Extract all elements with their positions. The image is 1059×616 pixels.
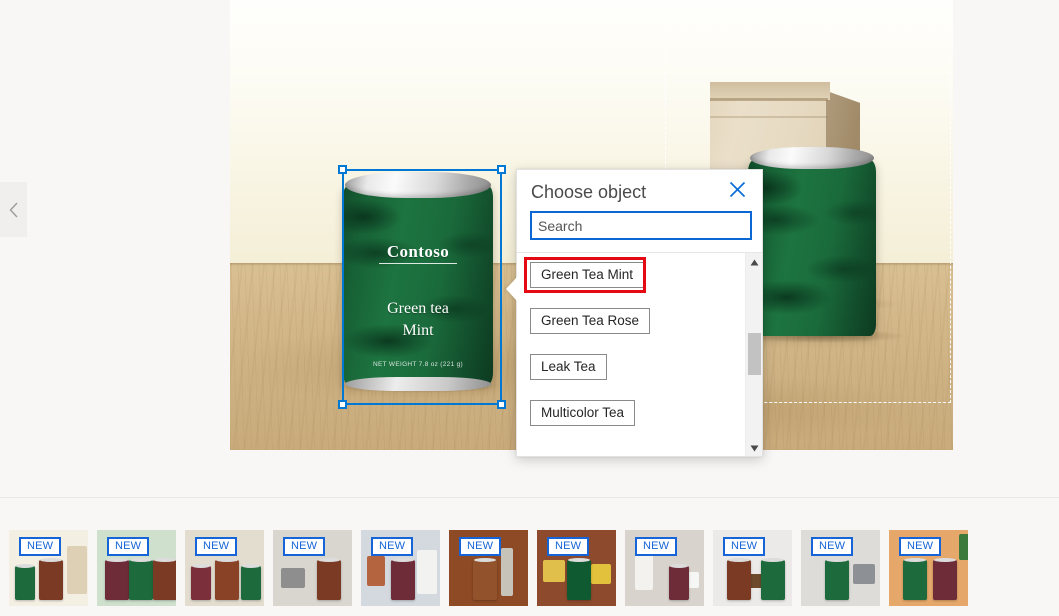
object-option-green-tea-mint[interactable]: Green Tea Mint — [530, 262, 644, 288]
paper-bag-crease-2 — [710, 116, 828, 118]
choose-object-panel: Choose object Green Tea Mint Gr — [516, 169, 763, 457]
new-badge: NEW — [899, 537, 941, 556]
search-container — [517, 205, 762, 252]
new-badge: NEW — [195, 537, 237, 556]
thumbnail-can — [215, 560, 239, 600]
thumbnail-prop — [67, 546, 87, 594]
new-badge: NEW — [723, 537, 765, 556]
thumbnail-can — [241, 566, 261, 600]
thumbnail-can — [567, 560, 591, 600]
new-badge: NEW — [635, 537, 677, 556]
secondary-can-lid — [750, 147, 874, 169]
thumbnail-can — [191, 566, 211, 600]
thumbnail-2[interactable]: NEW — [185, 530, 264, 606]
chevron-left-icon — [9, 202, 19, 218]
scroll-down-icon — [750, 439, 759, 457]
resize-handle-top-left[interactable] — [338, 165, 347, 174]
thumbnail-can — [129, 560, 153, 600]
thumbnail-prop — [591, 564, 611, 584]
thumbnail-can — [669, 566, 689, 600]
object-row: Multicolor Tea — [530, 400, 745, 446]
search-input[interactable] — [530, 211, 752, 240]
secondary-tea-can[interactable] — [748, 147, 876, 337]
thumbnail-8[interactable]: NEW — [713, 530, 792, 606]
thumbnail-9[interactable]: NEW — [801, 530, 880, 606]
thumbnail-prop — [501, 548, 513, 596]
close-panel-button[interactable] — [724, 179, 750, 205]
thumbnail-prop — [543, 560, 565, 582]
thumbnail-6[interactable]: NEW — [537, 530, 616, 606]
object-selection-frame[interactable] — [342, 169, 502, 405]
previous-image-button[interactable] — [0, 182, 27, 237]
leaf-pattern-icon — [748, 160, 876, 336]
thumbnail-can — [153, 560, 176, 600]
thumbnail-can — [15, 566, 35, 600]
object-option-leak-tea[interactable]: Leak Tea — [530, 354, 607, 380]
scroll-down-button[interactable] — [746, 439, 762, 456]
paper-bag-crease-1 — [710, 98, 828, 101]
thumbnail-can — [473, 560, 497, 600]
thumbnail-can — [727, 560, 751, 600]
close-icon — [729, 181, 746, 203]
object-row: Green Tea Rose — [530, 308, 745, 354]
object-list: Green Tea Mint Green Tea Rose Leak Tea M… — [517, 253, 745, 456]
new-badge: NEW — [371, 537, 413, 556]
resize-handle-bottom-left[interactable] — [338, 400, 347, 409]
scroll-up-button[interactable] — [746, 253, 762, 270]
scrollbar-thumb[interactable] — [748, 333, 761, 375]
object-list-area: Green Tea Mint Green Tea Rose Leak Tea M… — [517, 253, 762, 456]
thumbnail-prop — [281, 568, 305, 588]
content-divider — [0, 497, 1059, 498]
object-row: Leak Tea — [530, 354, 745, 400]
thumbnail-3[interactable]: NEW — [273, 530, 352, 606]
thumbnail-can — [391, 560, 415, 600]
object-option-multicolor-tea[interactable]: Multicolor Tea — [530, 400, 635, 426]
app-root: Contoso Green teaMint NET WEIGHT 7.8 oz … — [0, 0, 1059, 616]
object-option-green-tea-rose[interactable]: Green Tea Rose — [530, 308, 650, 334]
thumbnail-can — [317, 560, 341, 600]
scroll-up-icon — [750, 253, 759, 271]
resize-handle-top-right[interactable] — [497, 165, 506, 174]
new-badge: NEW — [283, 537, 325, 556]
thumbnail-prop — [853, 564, 875, 584]
thumbnail-can — [761, 560, 785, 600]
thumbnail-can — [105, 560, 129, 600]
thumbnail-prop — [367, 556, 385, 586]
thumbnail-4[interactable]: NEW — [361, 530, 440, 606]
object-list-scrollbar[interactable] — [745, 253, 762, 456]
thumbnail-1[interactable]: NEW — [97, 530, 176, 606]
new-badge: NEW — [107, 537, 149, 556]
new-badge: NEW — [19, 537, 61, 556]
panel-callout-pointer — [506, 277, 517, 301]
panel-header: Choose object — [517, 170, 762, 205]
resize-handle-bottom-right[interactable] — [497, 400, 506, 409]
thumbnail-7[interactable]: NEW — [625, 530, 704, 606]
thumbnail-0[interactable]: NEW — [9, 530, 88, 606]
thumbnail-prop — [959, 534, 968, 560]
new-badge: NEW — [547, 537, 589, 556]
new-badge: NEW — [811, 537, 853, 556]
thumbnail-filmstrip[interactable]: NEW NEW NEW NEW NEW NEW NEW NEW NEW NEW NEW — [0, 530, 1059, 610]
object-row: Green Tea Mint — [530, 262, 745, 308]
thumbnail-prop — [417, 550, 437, 594]
thumbnail-10[interactable]: NEW — [889, 530, 968, 606]
thumbnail-can — [39, 560, 63, 600]
thumbnail-can — [825, 560, 849, 600]
secondary-can-body — [748, 160, 876, 336]
panel-title: Choose object — [531, 180, 646, 204]
thumbnail-can — [933, 560, 957, 600]
thumbnail-can — [903, 560, 927, 600]
new-badge: NEW — [459, 537, 501, 556]
thumbnail-5[interactable]: NEW — [449, 530, 528, 606]
